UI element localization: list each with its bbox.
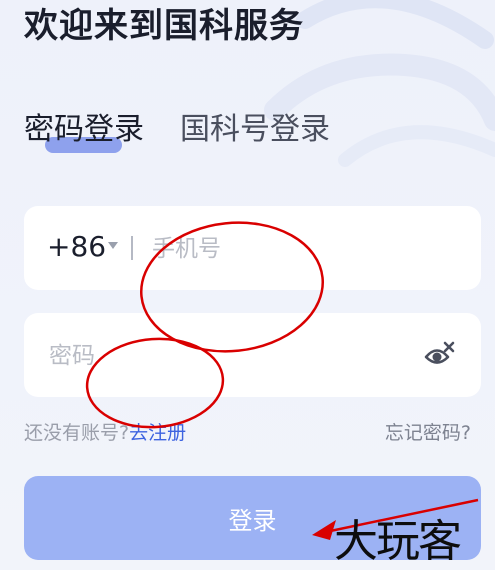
welcome-title: 欢迎来到国科服务 (24, 6, 304, 46)
password-field-card (24, 313, 481, 397)
country-code-selector[interactable]: +86 (47, 230, 106, 263)
tab-password-login-label: 密码登录 (24, 112, 144, 147)
watermark: 大玩客 (334, 516, 462, 567)
field-divider (131, 236, 133, 260)
password-input[interactable] (47, 335, 411, 377)
tab-guoke-id-login[interactable]: 国科号登录 (180, 110, 330, 150)
register-prompt-text: 还没有账号? (24, 422, 130, 444)
phone-input[interactable] (150, 228, 454, 270)
tab-password-login[interactable]: 密码登录 (24, 110, 144, 150)
tab-guoke-id-login-label: 国科号登录 (180, 112, 330, 147)
forgot-password-link[interactable]: 忘记密码? (385, 418, 471, 445)
phone-field-card: +86 (24, 206, 481, 290)
register-prompt: 还没有账号?去注册 (24, 418, 186, 445)
caret-down-icon[interactable] (108, 242, 118, 249)
register-link[interactable]: 去注册 (129, 422, 186, 444)
eye-hidden-icon[interactable] (423, 340, 455, 370)
